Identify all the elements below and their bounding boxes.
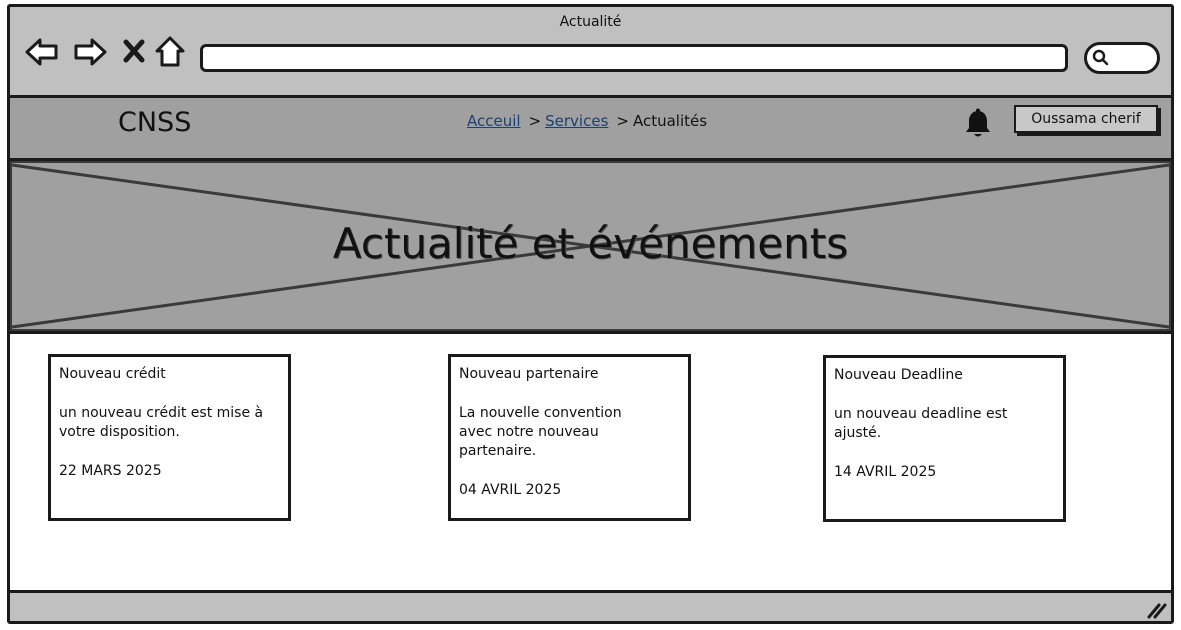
search-button[interactable] bbox=[1084, 42, 1160, 74]
search-icon bbox=[1092, 49, 1109, 66]
address-bar[interactable] bbox=[200, 44, 1068, 72]
browser-window: Actualité CNSS Acceuil > Services > Actualit… bbox=[7, 4, 1174, 624]
browser-chrome: Actualité bbox=[10, 7, 1171, 98]
news-card-title: Nouveau partenaire bbox=[459, 366, 599, 382]
news-card[interactable]: Nouveau crédit un nouveau crédit est mis… bbox=[48, 354, 291, 521]
hero-banner: Actualité et événements bbox=[10, 161, 1171, 334]
status-bar bbox=[10, 590, 1171, 621]
window-title: Actualité bbox=[559, 14, 622, 30]
hero-title: Actualité et événements bbox=[332, 219, 849, 268]
back-icon[interactable] bbox=[24, 34, 60, 70]
breadcrumb-home-link[interactable]: Acceuil bbox=[467, 112, 521, 130]
news-card-body: un nouveau deadline est ajusté. bbox=[834, 406, 1008, 441]
news-card[interactable]: Nouveau Deadline un nouveau deadline est… bbox=[823, 355, 1066, 522]
news-card-body: La nouvelle convention avec notre nouvea… bbox=[459, 405, 622, 459]
news-card-date: 22 MARS 2025 bbox=[59, 463, 162, 479]
stop-icon[interactable] bbox=[118, 34, 154, 70]
news-card-title: Nouveau Deadline bbox=[834, 367, 963, 383]
breadcrumb-separator: > bbox=[528, 112, 542, 130]
resize-handle-icon[interactable] bbox=[1145, 599, 1167, 619]
app-header: CNSS Acceuil > Services > Actualités Oussama… bbox=[10, 98, 1171, 161]
logo: CNSS bbox=[118, 107, 192, 138]
bell-icon[interactable] bbox=[963, 108, 993, 144]
news-card[interactable]: Nouveau partenaire La nouvelle conventio… bbox=[448, 354, 691, 521]
breadcrumb: Acceuil > Services > Actualités bbox=[467, 112, 707, 130]
news-card-body: un nouveau crédit est mise à votre dispo… bbox=[59, 405, 264, 440]
news-card-date: 04 AVRIL 2025 bbox=[459, 482, 562, 498]
news-card-date: 14 AVRIL 2025 bbox=[834, 464, 937, 480]
news-card-title: Nouveau crédit bbox=[59, 366, 166, 382]
user-profile-button[interactable]: Oussama cherif bbox=[1014, 105, 1158, 133]
breadcrumb-separator: > bbox=[616, 112, 629, 130]
breadcrumb-services-link[interactable]: Services bbox=[545, 112, 608, 130]
breadcrumb-current: Actualités bbox=[632, 112, 708, 130]
forward-icon[interactable] bbox=[72, 34, 108, 70]
home-icon[interactable] bbox=[152, 34, 188, 70]
